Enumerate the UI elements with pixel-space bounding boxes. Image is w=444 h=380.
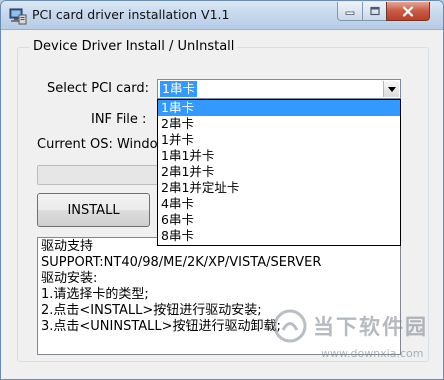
current-os-label: Current OS: Windo <box>37 137 158 152</box>
dropdown-option[interactable]: 6串卡 <box>158 212 400 228</box>
dropdown-option[interactable]: 1串1并卡 <box>158 148 400 164</box>
window-title: PCI card driver installation V1.1 <box>32 7 230 22</box>
pci-card-select[interactable]: 1串卡 <box>157 79 401 99</box>
inf-file-label: INF File : <box>91 112 147 127</box>
dropdown-option[interactable]: 2串卡 <box>158 116 400 132</box>
close-button[interactable] <box>386 2 430 21</box>
dropdown-option[interactable]: 1并卡 <box>158 132 400 148</box>
minimize-button[interactable] <box>337 2 363 21</box>
chevron-down-icon <box>387 86 396 92</box>
pci-card-dropdown-list[interactable]: 1串卡 2串卡 1并卡 1串1并卡 2串1并卡 2串1并定址卡 4串卡 6串卡 8串卡 <box>157 99 401 246</box>
info-textarea[interactable]: 驱动支持 SUPPORT:NT40/98/ME/2K/XP/VISTA/SERVE… <box>37 237 401 355</box>
install-button[interactable]: INSTALL <box>37 193 150 227</box>
info-text-line: SUPPORT:NT40/98/ME/2K/XP/VISTA/SERVER <box>41 255 322 270</box>
info-text-line: 1.请选择卡的类型; <box>41 287 149 302</box>
info-text-line: 2.点击<INSTALL>按钮进行驱动安装; <box>41 303 262 318</box>
title-bar[interactable]: PCI card driver installation V1.1 <box>1 1 443 30</box>
info-text-line: 3.点击<UNINSTALL>按钮进行驱动卸载; <box>41 319 281 334</box>
group-title: Device Driver Install / UnInstall <box>30 39 238 54</box>
maximize-icon <box>369 6 380 16</box>
select-pci-card-label: Select PCI card: <box>47 81 149 96</box>
installer-window: PCI card driver installation V1.1 Device… <box>0 0 444 380</box>
dropdown-option[interactable]: 8串卡 <box>158 228 400 244</box>
close-icon <box>402 5 414 17</box>
dropdown-option[interactable]: 2串1并卡 <box>158 164 400 180</box>
minimize-icon <box>345 11 355 15</box>
info-text-line: 驱动安装: <box>41 271 98 286</box>
dropdown-arrow-button[interactable] <box>383 81 399 97</box>
pci-card-select-value: 1串卡 <box>160 81 197 97</box>
computer-app-icon <box>9 8 27 25</box>
maximize-button[interactable] <box>362 2 387 21</box>
dropdown-option[interactable]: 2串1并定址卡 <box>158 180 400 196</box>
install-button-label: INSTALL <box>67 202 120 218</box>
dropdown-option[interactable]: 4串卡 <box>158 196 400 212</box>
dropdown-option[interactable]: 1串卡 <box>158 100 400 116</box>
